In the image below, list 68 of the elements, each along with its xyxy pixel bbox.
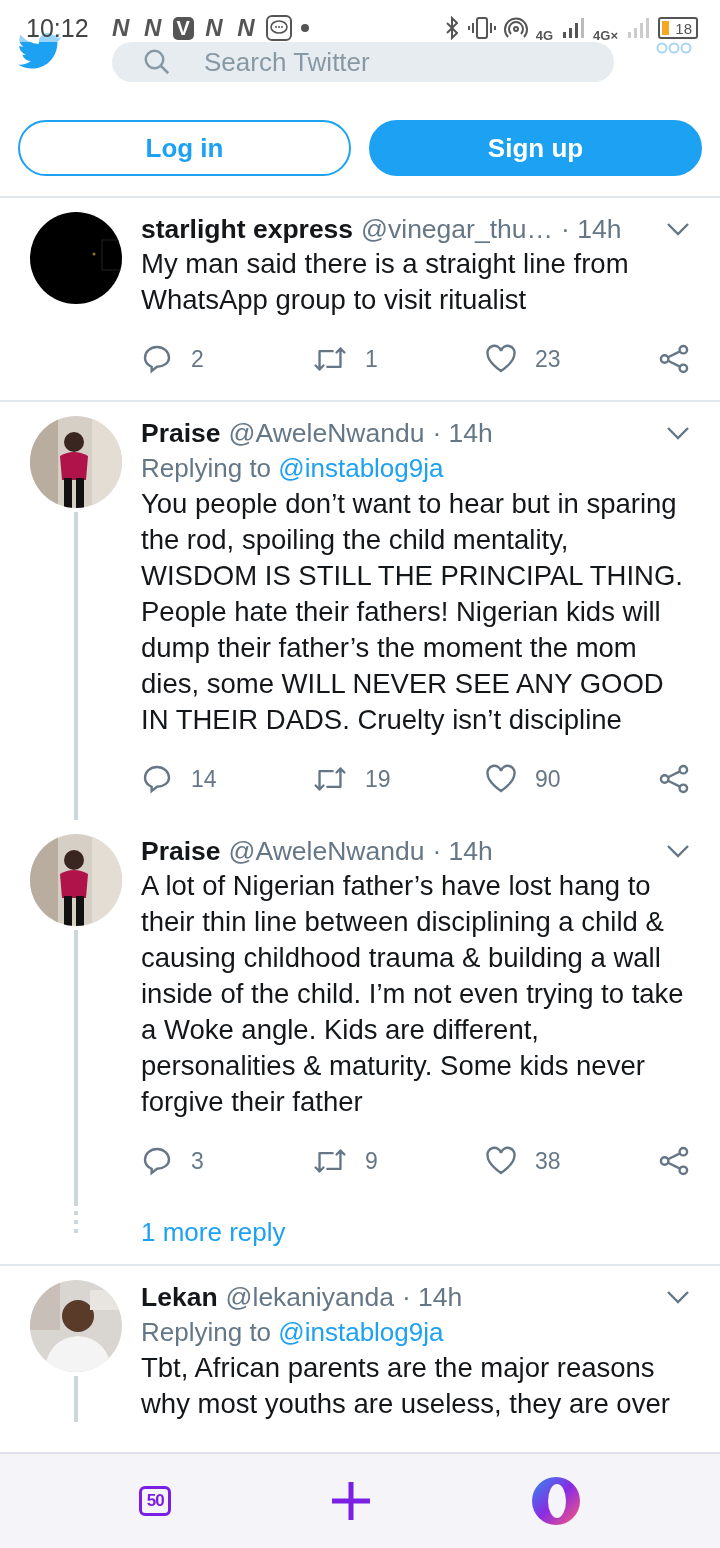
share-icon[interactable] [658, 1145, 690, 1177]
heart-icon[interactable] [485, 1146, 517, 1176]
signal-icon [626, 16, 650, 40]
caret-icon[interactable] [666, 222, 690, 236]
reply-count: 14 [191, 765, 217, 793]
share-icon[interactable] [658, 343, 690, 375]
dot-icon [299, 23, 310, 33]
heart-icon[interactable] [485, 764, 517, 794]
browser-menu-button[interactable] [530, 1476, 581, 1526]
tweet-text: My man said there is a straight line from WhatsApp group to visit ritualist [141, 247, 630, 317]
retweet-count: 9 [365, 1147, 378, 1175]
bluetooth-icon [443, 16, 460, 40]
author-name[interactable]: Praise [141, 416, 221, 450]
plus-icon [330, 1480, 372, 1522]
notification-icon: N [108, 14, 133, 42]
like-count: 38 [535, 1147, 561, 1175]
reply-icon[interactable] [141, 343, 173, 375]
notification-icon: V [172, 16, 194, 40]
reply-count: 3 [191, 1147, 204, 1175]
network-label: 4G [535, 28, 554, 43]
battery-percent: 18 [675, 19, 692, 37]
tweet-text: Tbt, African parents are the major reasons why most youths are useless, they are over [141, 1351, 671, 1421]
search-icon [142, 47, 172, 77]
author-handle: @vinegar_thu… [361, 213, 553, 246]
author-handle: @AweleNwandu [228, 835, 425, 868]
vibrate-icon [467, 16, 496, 40]
network-label: 4G× [593, 28, 618, 43]
new-tab-button[interactable] [330, 1480, 372, 1522]
retweet-icon[interactable] [313, 344, 347, 374]
browser-logo-icon [530, 1476, 581, 1526]
author-name[interactable]: starlight express [141, 212, 354, 246]
replying-to-line: Replying to @instablog9ja [141, 452, 445, 485]
tweet-time: · 14h [561, 213, 622, 246]
replying-to-line: Replying to @instablog9ja [141, 1316, 445, 1349]
message-icon [265, 15, 292, 41]
tweet-time: · 14h [432, 417, 493, 450]
heart-icon[interactable] [485, 344, 517, 374]
caret-icon[interactable] [666, 1290, 690, 1304]
notification-icon: N [233, 14, 258, 42]
battery-fill [662, 21, 669, 35]
tab-count-button[interactable]: 50 [139, 1486, 172, 1516]
status-time: 10:12 [26, 13, 89, 43]
author-handle: @lekaniyanda [225, 1281, 394, 1314]
reply-icon[interactable] [141, 1145, 173, 1177]
author-name[interactable]: Praise [141, 834, 221, 868]
search-field[interactable]: Search Twitter [112, 42, 614, 82]
tweet-text: You people don’t want to hear but in sparing the rod, spoiling the child mentality, WISDOM IS STILL THE PRINCIPAL THING. People hate their fathers! Nigerian kids will dump their father’s the moment the mom dies, some WILL NEVER SEE ANY GOOD IN THEIR DADS. Cruelty isn’t discipline [141, 487, 684, 737]
share-icon[interactable] [658, 763, 690, 795]
notification-icon: N [140, 14, 165, 42]
hotspot-icon [503, 16, 528, 40]
like-count: 23 [535, 345, 561, 373]
reply-icon[interactable] [141, 763, 173, 795]
caret-icon[interactable] [666, 426, 690, 440]
author-name[interactable]: Lekan [141, 1280, 218, 1314]
signal-icon [561, 16, 586, 40]
author-handle: @AweleNwandu [228, 417, 425, 450]
retweet-count: 19 [365, 765, 391, 793]
retweet-count: 1 [365, 345, 378, 373]
notification-icon: N [201, 14, 226, 42]
tweet-time: · 14h [432, 835, 493, 868]
search-input[interactable]: Search Twitter [202, 45, 586, 79]
retweet-icon[interactable] [313, 1146, 347, 1176]
tweet-time: · 14h [401, 1281, 463, 1314]
retweet-icon[interactable] [313, 764, 347, 794]
like-count: 90 [535, 765, 561, 793]
tweet-text: A lot of Nigerian father’s have lost hang to their thin line between disciplining a child & causing childhood trauma & building a wall inside of the child. I’m not even trying to take a Woke angle. Kids are different, personalities & maturity. Some kids never forgive their father [141, 869, 685, 1119]
caret-icon[interactable] [666, 844, 690, 858]
reply-count: 2 [191, 345, 204, 373]
